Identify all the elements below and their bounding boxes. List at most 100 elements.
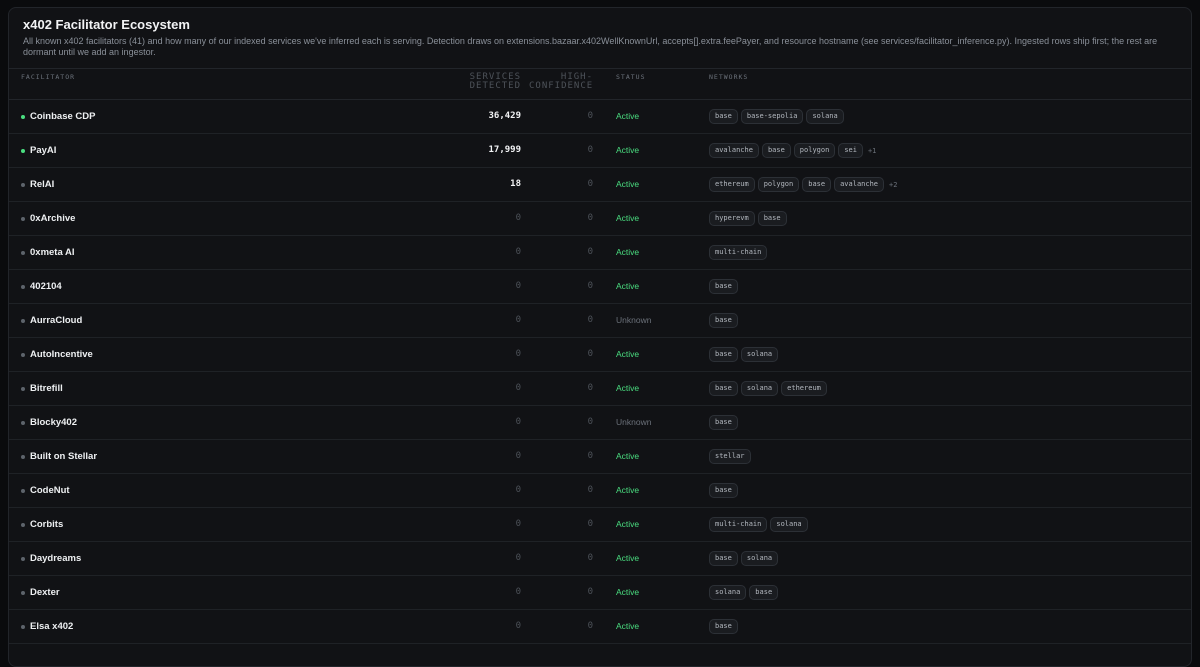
status-badge: Active [616, 349, 640, 359]
network-chip: solana [709, 585, 747, 600]
network-chip: sei [838, 143, 863, 158]
status-badge: Active [616, 485, 640, 495]
network-chip: polygon [757, 177, 800, 192]
facilitator-name[interactable]: Built on Stellar [30, 451, 97, 462]
column-header-status[interactable]: STATUS [616, 73, 645, 82]
status-badge: Active [616, 587, 640, 597]
network-chip: polygon [793, 143, 836, 158]
network-chip: base [709, 109, 738, 124]
table-row[interactable]: Corbits 0 0 Active multi-chain solana [9, 508, 1191, 542]
high-confidence-count: 0 [587, 213, 593, 223]
status-dot-icon [21, 489, 25, 493]
status-dot-icon [21, 251, 25, 255]
facilitator-name[interactable]: Coinbase CDP [30, 111, 95, 122]
facilitator-name[interactable]: Dexter [30, 587, 60, 598]
services-detected-count: 18 [510, 179, 521, 189]
table-row[interactable]: Daydreams 0 0 Active base solana [9, 542, 1191, 576]
facilitator-name[interactable]: RelAI [30, 179, 54, 190]
table-row[interactable]: AutoIncentive 0 0 Active base solana [9, 338, 1191, 372]
network-chips: hyperevm base [709, 211, 787, 226]
table-row[interactable]: CodeNut 0 0 Active base [9, 474, 1191, 508]
table-row[interactable]: Coinbase CDP 36,429 0 Active base base-sepoli… [9, 100, 1191, 134]
services-detected-count: 0 [515, 213, 521, 223]
network-chip: multi-chain [709, 517, 768, 532]
network-chips: ethereum polygon base avalanche +2 [709, 177, 897, 192]
network-chip: ethereum [709, 177, 755, 192]
services-detected-count: 0 [515, 383, 521, 393]
table-row[interactable]: RelAI 18 0 Active ethereum polygon base avalanc… [9, 168, 1191, 202]
facilitator-name[interactable]: PayAI [30, 145, 56, 156]
column-header-facilitator[interactable]: FACILITATOR [21, 73, 75, 82]
services-detected-count: 0 [515, 247, 521, 257]
status-dot-icon [21, 149, 25, 153]
facilitator-name[interactable]: Corbits [30, 519, 63, 530]
network-chip: base [709, 279, 738, 294]
table-row[interactable]: PayAI 17,999 0 Active avalanche base polygon se… [9, 134, 1191, 168]
network-chip: base [709, 347, 738, 362]
facilitator-name[interactable]: CodeNut [30, 485, 70, 496]
network-chip: base [802, 177, 832, 192]
network-chip: ethereum [781, 381, 827, 396]
network-chip: solana [740, 347, 779, 362]
facilitator-name[interactable]: Bitrefill [30, 383, 63, 394]
network-chip: base [709, 551, 738, 566]
network-chips: base solana ethereum [709, 381, 827, 396]
network-chip: base [709, 415, 738, 430]
status-dot-icon [21, 183, 25, 187]
status-dot-icon [21, 217, 25, 221]
facilitator-name[interactable]: AurraCloud [30, 315, 82, 326]
facilitator-name[interactable]: Daydreams [30, 553, 81, 564]
network-chip: solana [806, 109, 844, 124]
table-row[interactable]: AurraCloud 0 0 Unknown base [9, 304, 1191, 338]
services-detected-count: 17,999 [488, 145, 521, 155]
services-detected-count: 0 [515, 587, 521, 597]
network-chip: base [757, 211, 787, 226]
status-badge: Active [616, 621, 640, 631]
status-badge: Active [616, 553, 640, 563]
network-chips: base solana [709, 347, 779, 362]
page-description: All known x402 facilitators (41) and how… [23, 36, 1158, 57]
facilitator-name[interactable]: 0xmeta AI [30, 247, 75, 258]
status-dot-icon [21, 353, 25, 357]
table-row[interactable]: Built on Stellar 0 0 Active stellar [9, 440, 1191, 474]
column-header-networks[interactable]: NETWORKS [709, 73, 748, 82]
more-networks-count[interactable]: +2 [889, 181, 897, 189]
status-dot-icon [21, 591, 25, 595]
status-badge: Active [616, 213, 640, 223]
table-row[interactable]: Bitrefill 0 0 Active base solana ethereum [9, 372, 1191, 406]
table-row[interactable]: 402104 0 0 Active base [9, 270, 1191, 304]
network-chips: multi-chain solana [709, 517, 808, 532]
status-badge: Active [616, 145, 640, 155]
status-dot-icon [21, 387, 25, 391]
table-row[interactable]: Blocky402 0 0 Unknown base [9, 406, 1191, 440]
column-header-services-detected[interactable]: SERVICES DETECTED [449, 73, 521, 91]
facilitator-name[interactable]: Blocky402 [30, 417, 77, 428]
high-confidence-count: 0 [587, 315, 593, 325]
network-chip: base [709, 313, 738, 328]
services-detected-count: 0 [515, 349, 521, 359]
network-chips: base base-sepolia solana [709, 109, 844, 124]
facilitator-name[interactable]: 402104 [30, 281, 62, 292]
network-chips: base [709, 279, 738, 294]
table-row[interactable]: Elsa x402 0 0 Active base [9, 610, 1191, 644]
column-header-high-confidence[interactable]: HIGH- CONFIDENCE [529, 73, 593, 91]
table-row[interactable]: Dexter 0 0 Active solana base [9, 576, 1191, 610]
services-detected-count: 0 [515, 315, 521, 325]
page-title: x402 Facilitator Ecosystem [23, 17, 190, 32]
status-dot-icon [21, 625, 25, 629]
services-detected-count: 0 [515, 451, 521, 461]
high-confidence-count: 0 [587, 145, 593, 155]
status-dot-icon [21, 455, 25, 459]
status-badge: Active [616, 281, 640, 291]
more-networks-count[interactable]: +1 [868, 147, 876, 155]
status-badge: Active [616, 179, 640, 189]
facilitator-table: FACILITATOR SERVICES DETECTED HIGH- CONFID… [9, 64, 1191, 644]
facilitator-name[interactable]: AutoIncentive [30, 349, 93, 360]
high-confidence-count: 0 [587, 587, 593, 597]
high-confidence-count: 0 [587, 519, 593, 529]
facilitator-name[interactable]: Elsa x402 [30, 621, 73, 632]
table-row[interactable]: 0xmeta AI 0 0 Active multi-chain [9, 236, 1191, 270]
facilitator-name[interactable]: 0xArchive [30, 213, 75, 224]
network-chips: base [709, 619, 738, 634]
table-row[interactable]: 0xArchive 0 0 Active hyperevm base [9, 202, 1191, 236]
